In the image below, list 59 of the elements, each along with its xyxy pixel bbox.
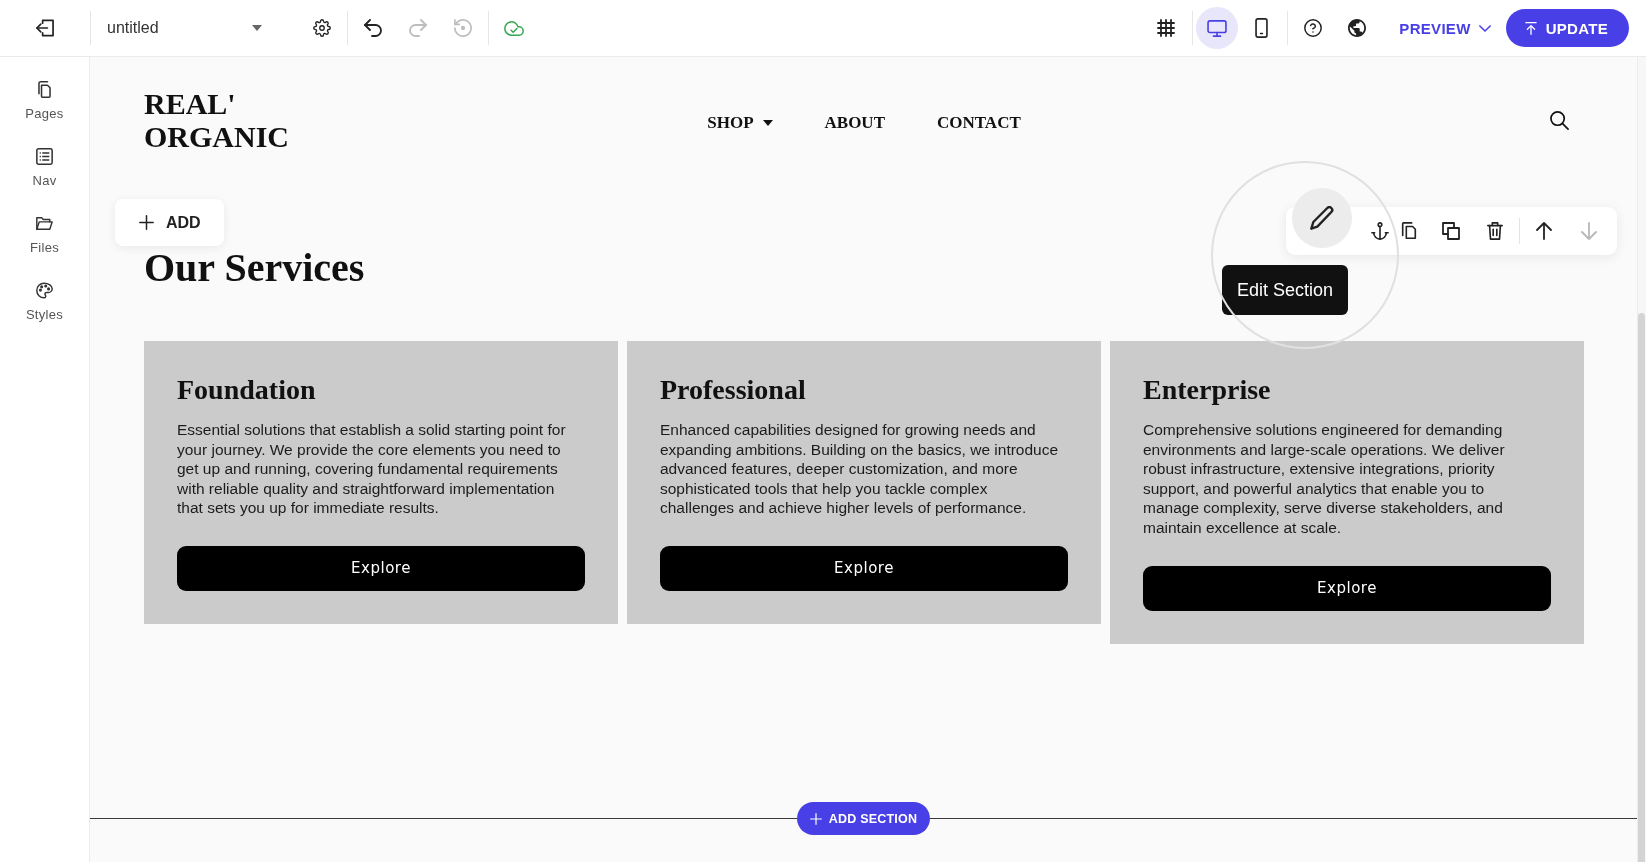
card-description: Essential solutions that establish a solid starting point for your journey. We provide the core elements you need to get up and running, covering fundamental requirements with reliable quality and straightforward implementation that sets you up for immediate results. — [177, 420, 567, 518]
phone-icon — [1254, 18, 1268, 38]
nav-link[interactable]: SHOP — [707, 113, 773, 133]
exit-icon — [36, 19, 54, 37]
undo-icon — [364, 19, 382, 37]
sidebar-item[interactable]: Files — [30, 215, 59, 255]
anchor-button[interactable] — [1371, 222, 1389, 240]
add-section-button[interactable]: ADD SECTION — [796, 802, 931, 835]
redo-icon — [409, 19, 427, 37]
copy-button[interactable] — [1400, 222, 1418, 240]
page-select[interactable]: untitled — [91, 8, 281, 48]
nav-link[interactable]: ABOUT — [824, 113, 885, 133]
site-logo: REAL' ORGANIC — [144, 87, 289, 153]
delete-button[interactable] — [1486, 222, 1504, 240]
section-heading: Our Services — [144, 248, 366, 288]
search-icon[interactable] — [1550, 110, 1569, 130]
card-description: Enhanced capabilities designed for growing needs and expanding ambitions. Building on the basics, we introduce advanced features, deeper customization, and more sophisticated tools that help you tackle complex challenges and achieve higher levels of performance. — [660, 420, 1060, 518]
explore-button[interactable]: Explore — [660, 545, 1068, 591]
preview-button[interactable]: PREVIEW — [1399, 8, 1491, 48]
pencil-icon — [1310, 206, 1334, 230]
tooltip: Edit Section — [1222, 265, 1349, 315]
caret-icon — [252, 25, 262, 31]
update-button[interactable]: UPDATE — [1505, 9, 1629, 47]
palette-icon — [36, 282, 53, 299]
monitor-icon — [1207, 19, 1228, 37]
history-icon — [454, 19, 472, 37]
anchor-icon — [1371, 222, 1389, 240]
globe-icon — [1348, 19, 1367, 37]
nav-link[interactable]: CONTACT — [937, 113, 1021, 133]
chevron-down-icon — [1478, 24, 1491, 32]
card-title: Enterprise — [1143, 373, 1272, 407]
sidebar-item[interactable]: Nav — [32, 148, 57, 188]
list-icon — [36, 148, 53, 165]
sidebar-item[interactable]: Styles — [25, 282, 64, 322]
settings-icon — [313, 19, 331, 37]
help-icon — [1304, 19, 1323, 37]
scrollbar-thumb[interactable] — [1638, 313, 1645, 862]
plus-icon — [139, 215, 154, 230]
arrow-up-icon — [1535, 222, 1553, 240]
explore-button[interactable]: Explore — [1143, 565, 1551, 611]
card-title: Professional — [660, 373, 807, 407]
add-element-button[interactable]: ADD — [115, 199, 224, 246]
card-description: Comprehensive solutions engineered for demanding environments and large-scale operations. We deliver robust infrastructure, extensive integrations, priority support, and powerful analytics that enable you to manage complexity, serve diverse stakeholders, and maintain excellence at scale. — [1143, 420, 1506, 538]
cloud-check-icon — [504, 20, 524, 36]
sidebar-item[interactable]: Pages — [25, 81, 64, 121]
desktop-view-button[interactable] — [1196, 7, 1239, 49]
grid-icon — [1157, 19, 1176, 37]
explore-button[interactable]: Explore — [177, 545, 585, 591]
move-up-button[interactable] — [1535, 222, 1553, 240]
copy-icon — [1400, 222, 1418, 240]
pages-icon — [36, 81, 53, 98]
duplicate-button[interactable] — [1442, 222, 1460, 240]
upload-icon — [1524, 21, 1537, 35]
plus-icon — [809, 812, 822, 825]
trash-icon — [1486, 222, 1504, 240]
duplicate-icon — [1442, 222, 1460, 240]
arrow-down-icon — [1580, 222, 1598, 240]
card-title: Foundation — [177, 373, 317, 407]
folder-icon — [36, 215, 53, 232]
